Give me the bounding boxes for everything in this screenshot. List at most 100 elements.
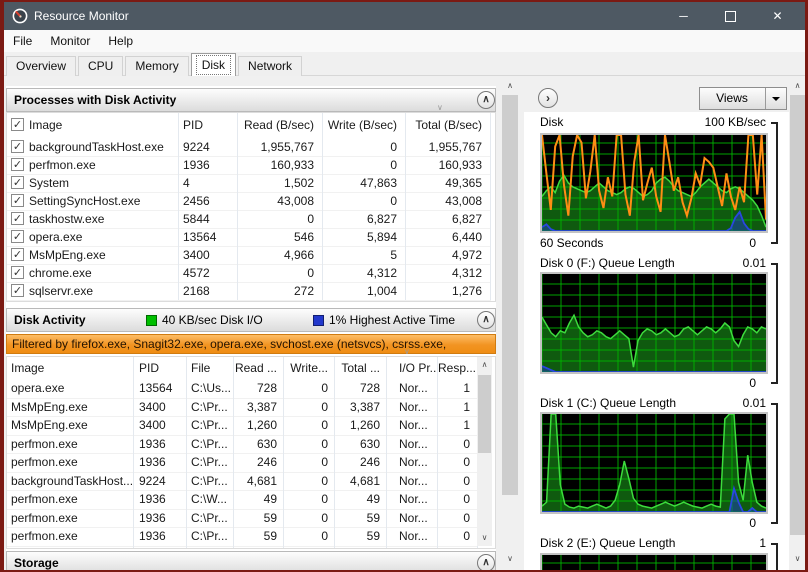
column-header-total-[interactable]: Total ... <box>335 357 387 379</box>
menu-bar: File Monitor Help <box>4 30 805 52</box>
scroll-up-icon[interactable]: ∧ <box>477 357 492 373</box>
table-row[interactable]: MsMpEng.exe 3400 C:\Pr... 3,387 0 3,387 Nor...… <box>7 397 478 417</box>
scroll-down-icon[interactable]: ∨ <box>477 530 492 546</box>
row-checkbox[interactable]: ✓ <box>11 157 24 171</box>
chart-min-value: 0 <box>749 236 756 250</box>
menu-item-monitor[interactable]: Monitor <box>41 30 99 52</box>
chart-min-value: 0 <box>749 516 756 530</box>
chart-max-value: 0.01 <box>742 256 766 270</box>
collapse-disk-activity-button[interactable]: ∧ <box>477 311 495 329</box>
table-row[interactable]: ✓ System 4 1,502 47,863 49,365 <box>7 174 491 193</box>
maximize-button[interactable] <box>707 2 754 30</box>
title-bar: Resource Monitor ─ ✕ <box>4 2 805 30</box>
chart-time-axis-label: 60 Seconds <box>540 236 604 250</box>
chart-max-value: 1 <box>759 536 766 550</box>
checkbox[interactable]: ✓ <box>11 118 24 131</box>
column-header-read-[interactable]: Read ... <box>234 357 284 379</box>
table-row[interactable]: perfmon.exe 1936 C:\W... 49 0 49 Nor... 0 <box>7 490 478 510</box>
table-row[interactable]: ✓ opera.exe 13564 546 5,894 6,440 <box>7 228 491 247</box>
row-checkbox[interactable]: ✓ <box>11 193 24 207</box>
table-row[interactable]: ✓ sqlservr.exe 2168 272 1,004 1,276 <box>7 282 491 301</box>
window-border-top <box>0 0 808 2</box>
views-button[interactable]: Views <box>699 87 787 110</box>
chart-axis-bracket <box>771 403 778 524</box>
column-header-resp-[interactable]: Resp... <box>438 357 478 379</box>
row-checkbox[interactable]: ✓ <box>11 211 24 225</box>
tab-network[interactable]: Network <box>238 56 303 77</box>
row-checkbox[interactable]: ✓ <box>11 265 24 279</box>
minimize-button[interactable]: ─ <box>660 2 707 30</box>
scroll-down-icon[interactable]: ∨ <box>501 551 519 567</box>
close-icon: ✕ <box>772 9 783 23</box>
table-row[interactable]: perfmon.exe 1936 C:\Pr... 59 0 59 Nor... 0 <box>7 508 478 528</box>
row-checkbox[interactable]: ✓ <box>11 283 24 297</box>
chart-axis-bracket <box>771 263 778 384</box>
column-header-pid[interactable]: PID <box>179 113 238 138</box>
disk-io-legend-swatch <box>146 315 157 326</box>
disk-activity-table-scrollbar[interactable]: ∧ ∨ <box>477 357 492 546</box>
table-row[interactable]: backgroundTaskHost.... 9224 C:\Pr... 4,681 0… <box>7 471 478 491</box>
table-row[interactable]: perfmon.exe 1936 C:\Pr... 246 0 246 Nor... 0 <box>7 453 478 473</box>
table-row[interactable]: perfmon.exe1936C:\Pr...1180118Nor...0 <box>7 545 478 548</box>
scroll-up-icon[interactable]: ∧ <box>501 78 519 94</box>
left-pane-scrollbar[interactable]: ∧ ∨ <box>501 78 519 567</box>
legend-label: 1% Highest Active Time <box>329 313 456 327</box>
charts-pane-scrollbar[interactable]: ∧ ∨ <box>789 78 806 567</box>
process-name: chrome.exe <box>29 266 92 280</box>
table-row[interactable]: ✓ MsMpEng.exe 3400 4,966 5 4,972 <box>7 246 491 265</box>
table-row[interactable]: MsMpEng.exe 3400 C:\Pr... 1,260 0 1,260 Nor...… <box>7 416 478 436</box>
column-header-image[interactable]: ✓ Image <box>7 113 179 138</box>
scrollbar-thumb[interactable] <box>478 375 491 453</box>
collapse-processes-button[interactable]: ∧ <box>477 91 495 109</box>
menu-item-help[interactable]: Help <box>99 30 142 52</box>
views-dropdown-arrow-icon[interactable] <box>765 88 786 109</box>
tab-label: CPU <box>88 59 114 73</box>
tab-label: Disk <box>195 55 232 75</box>
column-header-write-b-sec-[interactable]: Write (B/sec) <box>323 113 406 138</box>
column-header-write-[interactable]: Write... <box>284 357 335 379</box>
chart-axis-bracket <box>771 122 778 244</box>
scroll-down-icon[interactable]: ∨ <box>789 551 806 567</box>
collapse-charts-pane-button[interactable]: › <box>538 88 558 108</box>
tab-disk[interactable]: Disk <box>190 53 237 77</box>
process-name: taskhostw.exe <box>29 212 105 226</box>
menu-item-file[interactable]: File <box>4 30 41 52</box>
tab-overview[interactable]: Overview <box>6 56 77 77</box>
table-row[interactable]: perfmon.exe 1936 C:\Pr... 630 0 630 Nor... 0 <box>7 434 478 454</box>
table-row[interactable]: ✓ backgroundTaskHost.exe 9224 1,955,767 0 1,9… <box>7 138 491 157</box>
column-header-total-b-sec-[interactable]: Total (B/sec) <box>406 113 491 138</box>
scrollbar-thumb[interactable] <box>502 95 518 495</box>
disk-activity-table: Image PID File Read ... Write... Total ... I/O… <box>6 356 496 549</box>
process-name: MsMpEng.exe <box>29 248 106 262</box>
column-header-i-o-pr-[interactable]: I/O Pr... <box>387 357 438 379</box>
chart-axis-bracket <box>771 543 778 572</box>
column-header-image[interactable]: Image <box>7 357 134 379</box>
app-icon <box>12 8 28 24</box>
chart-0 <box>540 132 768 233</box>
table-row[interactable]: ✓ chrome.exe 4572 0 4,312 4,312 <box>7 264 491 283</box>
table-row[interactable]: ✓ taskhostw.exe 5844 0 6,827 6,827 <box>7 210 491 229</box>
tab-cpu[interactable]: CPU <box>78 56 124 77</box>
table-row[interactable]: perfmon.exe 1936 C:\Pr... 59 0 59 Nor... 0 <box>7 527 478 547</box>
row-checkbox[interactable]: ✓ <box>11 175 24 189</box>
table-row[interactable]: ✓ SettingSyncHost.exe 2456 43,008 0 43,008 <box>7 192 491 211</box>
process-name: System <box>29 176 70 190</box>
tab-label: Network <box>248 59 293 73</box>
legend-label: 40 KB/sec Disk I/O <box>162 313 263 327</box>
disk-activity-panel-title: Disk Activity <box>14 313 86 327</box>
close-button[interactable]: ✕ <box>754 2 801 30</box>
sort-indicator: ∨ <box>437 103 443 112</box>
row-checkbox[interactable]: ✓ <box>11 247 24 261</box>
tab-memory[interactable]: Memory <box>125 56 189 77</box>
process-name: sqlservr.exe <box>29 284 94 298</box>
table-row[interactable]: ✓ perfmon.exe 1936 160,933 0 160,933 <box>7 156 491 175</box>
table-row[interactable]: opera.exe 13564 C:\Us... 728 0 728 Nor... 1 <box>7 379 478 399</box>
column-header-label: Image <box>29 118 63 132</box>
scroll-up-icon[interactable]: ∧ <box>789 78 806 94</box>
row-checkbox[interactable]: ✓ <box>11 139 24 153</box>
column-header-file[interactable]: File <box>187 357 234 379</box>
scrollbar-thumb[interactable] <box>790 95 805 535</box>
column-header-read-b-sec-[interactable]: Read (B/sec) <box>238 113 323 138</box>
column-header-pid[interactable]: PID <box>134 357 187 379</box>
row-checkbox[interactable]: ✓ <box>11 229 24 243</box>
